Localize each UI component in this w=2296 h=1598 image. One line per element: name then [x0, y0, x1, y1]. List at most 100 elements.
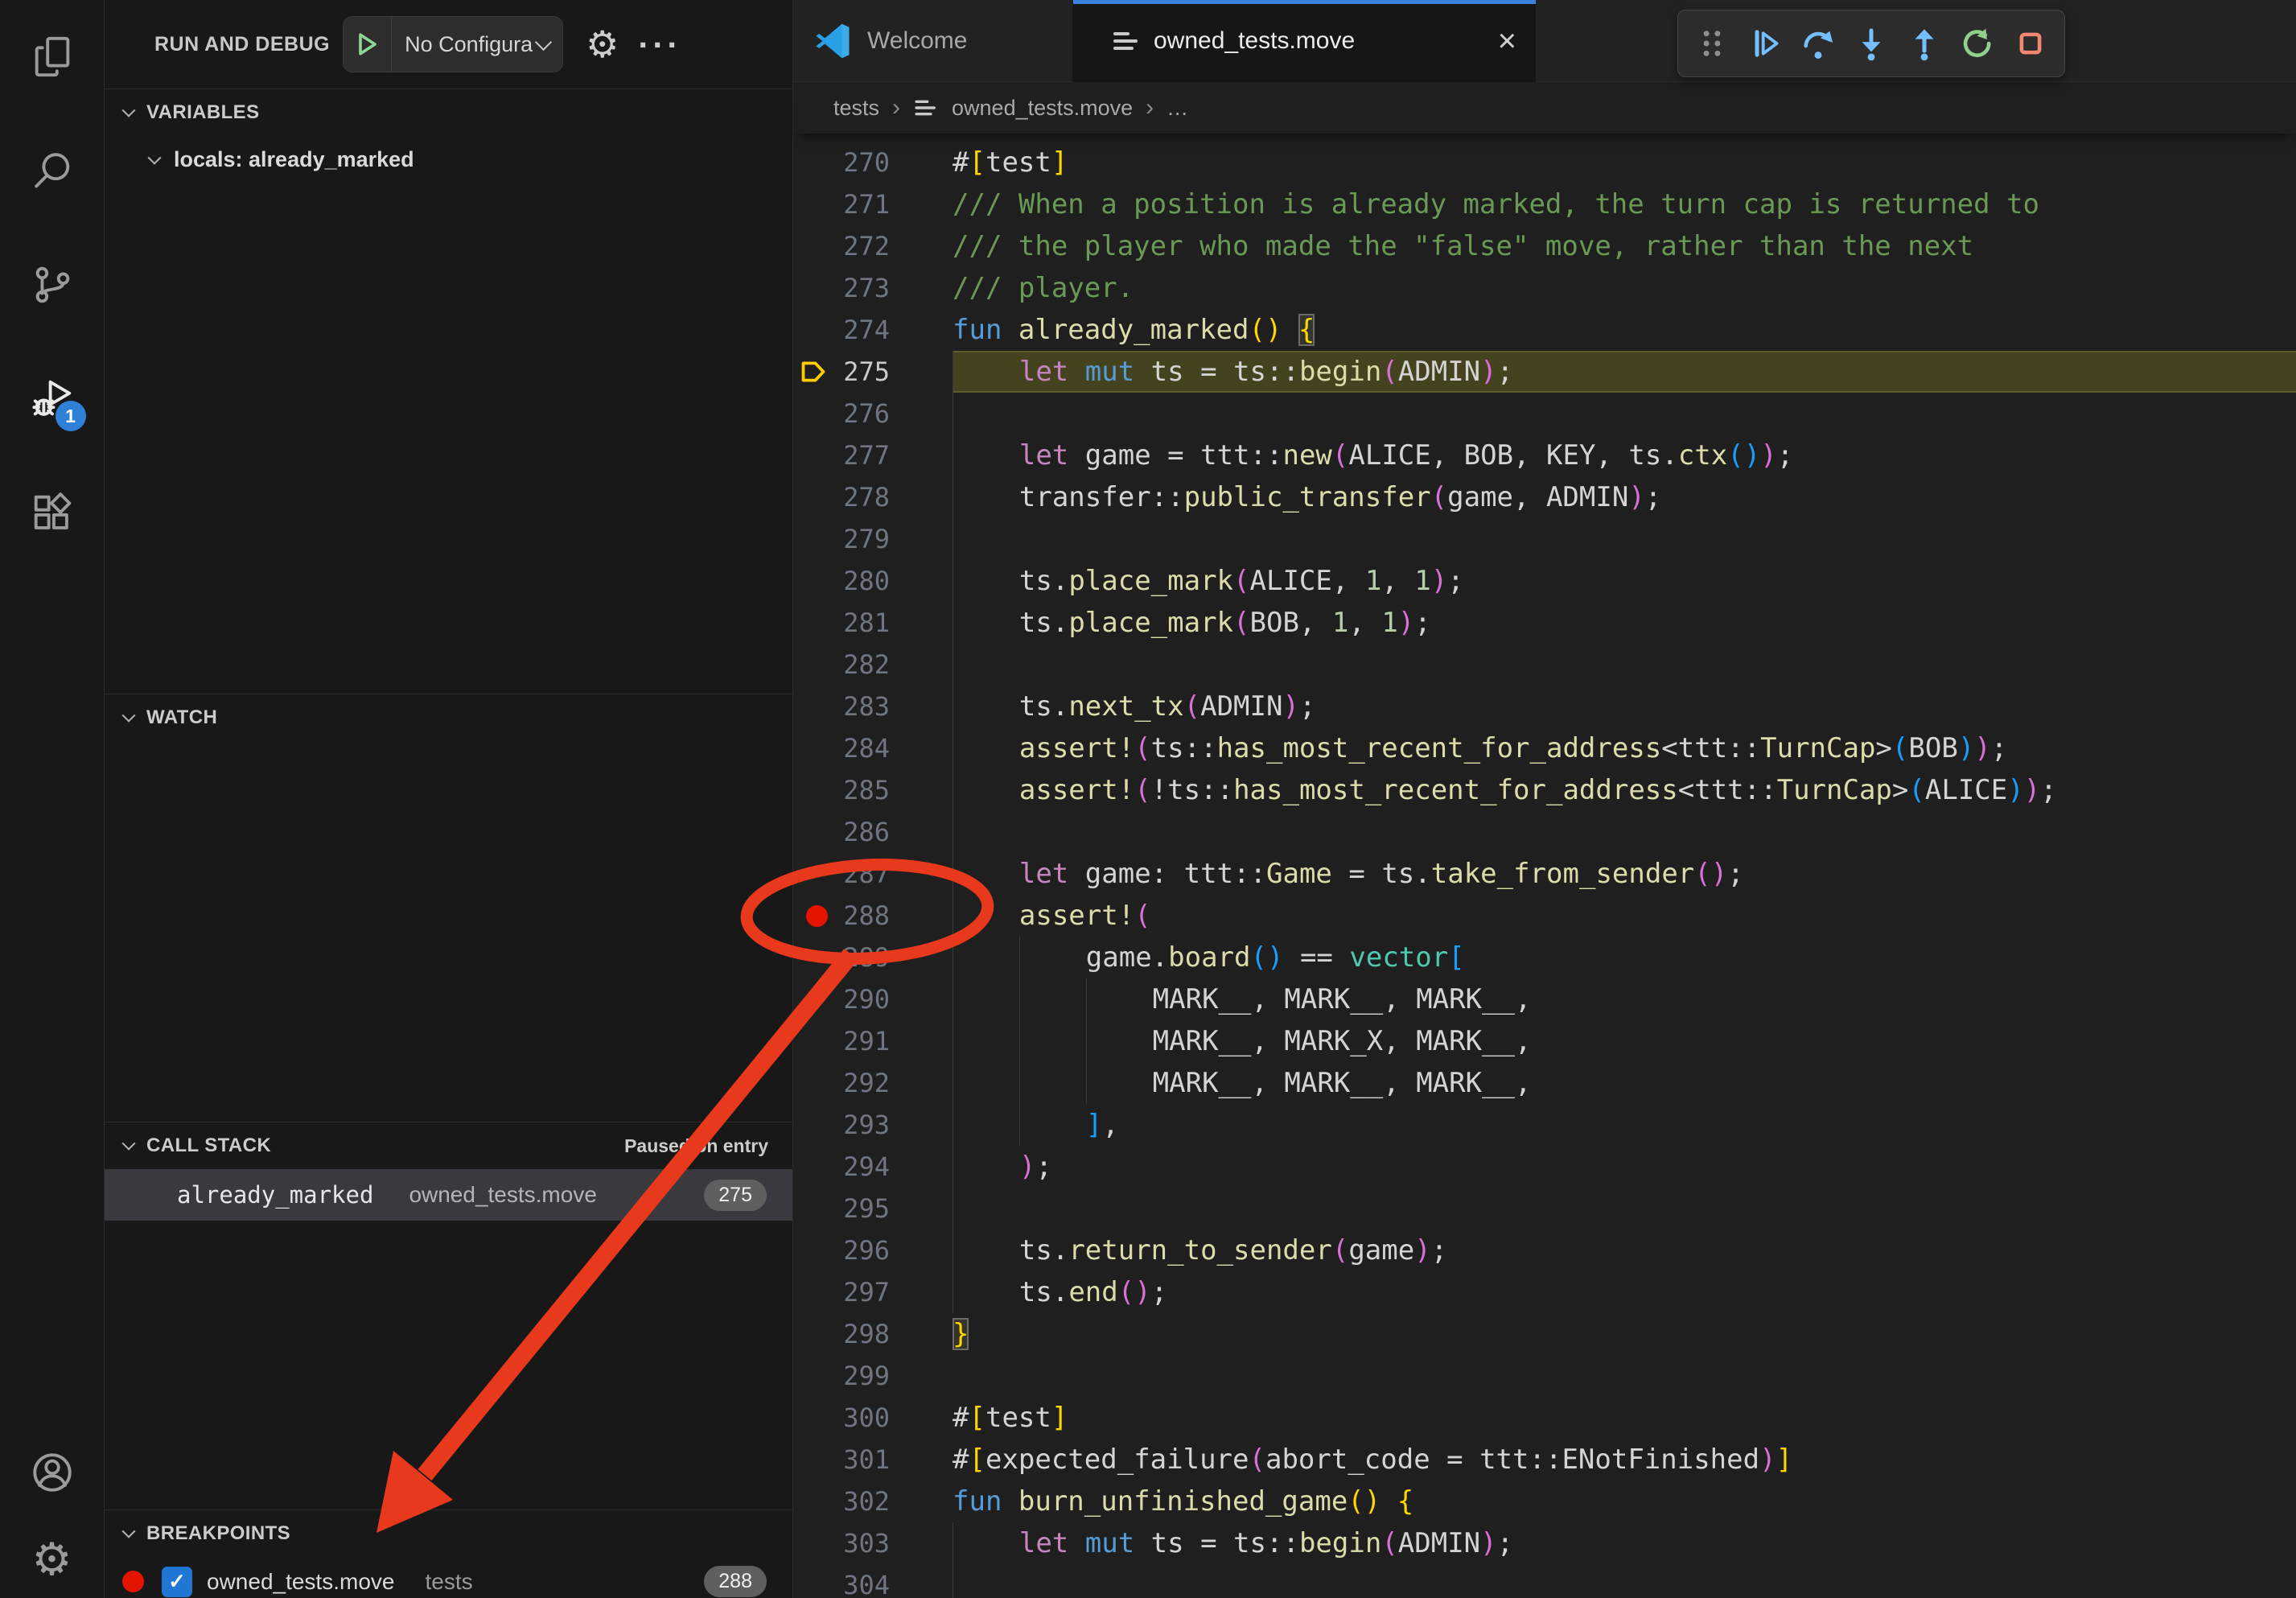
code-line[interactable]: 270 #[test] — [793, 142, 2296, 183]
gutter[interactable]: 290 — [793, 978, 953, 1020]
gutter[interactable]: 297 — [793, 1271, 953, 1313]
code-line[interactable]: 294 ); — [793, 1146, 2296, 1188]
code-line[interactable]: 284 assert!(ts::has_most_recent_for_addr… — [793, 727, 2296, 769]
gutter[interactable]: 293 — [793, 1104, 953, 1146]
stop-button[interactable] — [2008, 21, 2053, 66]
code-line[interactable]: 290 MARK__, MARK__, MARK__, — [793, 978, 2296, 1020]
gutter[interactable]: 280 — [793, 560, 953, 602]
code-text[interactable]: #[expected_failure(abort_code = ttt::ENo… — [953, 1439, 1792, 1481]
code-line[interactable]: 285 assert!(!ts::has_most_recent_for_add… — [793, 769, 2296, 811]
line-number[interactable]: 281 — [843, 602, 890, 644]
step-into-button[interactable] — [1849, 21, 1894, 66]
breadcrumb-more[interactable]: … — [1167, 96, 1188, 121]
code-text[interactable]: assert!( — [953, 895, 1151, 937]
line-number[interactable]: 285 — [843, 769, 890, 811]
code-text[interactable]: ts.return_to_sender(game); — [953, 1229, 1447, 1271]
code-text[interactable]: } — [953, 1313, 969, 1355]
variables-header[interactable]: VARIABLES — [105, 89, 792, 136]
gutter[interactable]: 289 — [793, 937, 953, 978]
code-line[interactable]: 291 MARK__, MARK_X, MARK__, — [793, 1020, 2296, 1062]
line-number[interactable]: 299 — [843, 1355, 890, 1397]
code-text[interactable]: MARK__, MARK__, MARK__, — [953, 1062, 1531, 1104]
gutter[interactable]: 283 — [793, 686, 953, 727]
code-text[interactable]: fun already_marked() { — [953, 309, 1315, 351]
code-line[interactable]: 277 let game = ttt::new(ALICE, BOB, KEY,… — [793, 435, 2296, 476]
line-number[interactable]: 289 — [843, 937, 890, 978]
line-number[interactable]: 273 — [843, 267, 890, 309]
code-text[interactable]: game.board() == vector[ — [953, 937, 1465, 978]
breadcrumb-file[interactable]: owned_tests.move — [952, 96, 1133, 121]
code-text[interactable]: assert!(ts::has_most_recent_for_address<… — [953, 727, 2007, 769]
code-line[interactable]: 279 — [793, 518, 2296, 560]
gutter[interactable]: 296 — [793, 1229, 953, 1271]
code-line[interactable]: 296 ts.return_to_sender(game); — [793, 1229, 2296, 1271]
gutter[interactable]: 291 — [793, 1020, 953, 1062]
line-number[interactable]: 292 — [843, 1062, 890, 1104]
gutter[interactable]: 298 — [793, 1313, 953, 1355]
code-text[interactable]: ], — [953, 1104, 1119, 1146]
account-button[interactable] — [27, 1447, 78, 1498]
code-text[interactable] — [953, 1188, 1019, 1229]
code-text[interactable]: assert!(!ts::has_most_recent_for_address… — [953, 769, 2057, 811]
code-line[interactable]: 288 assert!( — [793, 895, 2296, 937]
call-stack-frame[interactable]: already_marked owned_tests.move 275 — [105, 1169, 792, 1221]
gutter[interactable]: 271 — [793, 183, 953, 225]
code-text[interactable]: /// the player who made the "false" move… — [953, 225, 1973, 267]
sidebar-item-run-debug[interactable]: 1 — [27, 373, 78, 425]
gutter[interactable]: 272 — [793, 225, 953, 267]
code-text[interactable]: /// When a position is already marked, t… — [953, 183, 2039, 225]
watch-header[interactable]: WATCH — [105, 694, 792, 741]
continue-button[interactable] — [1743, 21, 1788, 66]
more-actions-button[interactable]: ··· — [638, 36, 681, 53]
code-line[interactable]: 274 fun already_marked() { — [793, 309, 2296, 351]
gutter[interactable]: 286 — [793, 811, 953, 853]
code-line[interactable]: 273/// player. — [793, 267, 2296, 309]
line-number[interactable]: 275 — [843, 351, 890, 393]
code-line[interactable]: 289 game.board() == vector[ — [793, 937, 2296, 978]
line-number[interactable]: 293 — [843, 1104, 890, 1146]
gutter[interactable]: 301 — [793, 1439, 953, 1481]
restart-button[interactable] — [1955, 21, 2000, 66]
line-number[interactable]: 270 — [843, 142, 890, 183]
code-text[interactable]: let mut ts = ts::begin(ADMIN); — [953, 351, 1513, 393]
sidebar-item-extensions[interactable] — [27, 488, 78, 539]
code-text[interactable]: #[test] — [953, 142, 1068, 183]
close-icon[interactable]: × — [1498, 25, 1516, 57]
code-line[interactable]: 276 — [793, 393, 2296, 435]
gutter[interactable]: 282 — [793, 644, 953, 686]
code-line[interactable]: 272/// the player who made the "false" m… — [793, 225, 2296, 267]
line-number[interactable]: 303 — [843, 1522, 890, 1564]
code-line[interactable]: 275 let mut ts = ts::begin(ADMIN); — [793, 351, 2296, 393]
step-out-button[interactable] — [1902, 21, 1947, 66]
gutter[interactable]: 273 — [793, 267, 953, 309]
code-text[interactable]: ts.place_mark(BOB, 1, 1); — [953, 602, 1431, 644]
code-line[interactable]: 286 — [793, 811, 2296, 853]
sidebar-item-search[interactable] — [27, 145, 78, 196]
breadcrumb-folder[interactable]: tests — [833, 96, 879, 121]
line-number[interactable]: 277 — [843, 435, 890, 476]
variables-scope-row[interactable]: locals: already_marked — [105, 147, 792, 172]
code-line[interactable]: 281 ts.place_mark(BOB, 1, 1); — [793, 602, 2296, 644]
line-number[interactable]: 274 — [843, 309, 890, 351]
breakpoint-list-item[interactable]: ✓ owned_tests.move tests 288 — [105, 1557, 792, 1598]
line-number[interactable]: 278 — [843, 476, 890, 518]
code-line[interactable]: 302fun burn_unfinished_game() { — [793, 1481, 2296, 1522]
line-number[interactable]: 297 — [843, 1271, 890, 1313]
code-line[interactable]: 295 — [793, 1188, 2296, 1229]
code-line[interactable]: 287 let game: ttt::Game = ts.take_from_s… — [793, 853, 2296, 895]
line-number[interactable]: 288 — [843, 895, 890, 937]
code-editor[interactable]: 270#[test]271/// When a position is alre… — [793, 134, 2296, 1598]
code-line[interactable]: 304 — [793, 1564, 2296, 1598]
line-number[interactable]: 284 — [843, 727, 890, 769]
code-line[interactable]: 303 let mut ts = ts::begin(ADMIN); — [793, 1522, 2296, 1564]
gutter[interactable]: 278 — [793, 476, 953, 518]
code-text[interactable]: let game: ttt::Game = ts.take_from_sende… — [953, 853, 1744, 895]
code-text[interactable]: ts.next_tx(ADMIN); — [953, 686, 1315, 727]
breakpoint-dot-icon[interactable] — [806, 905, 828, 927]
settings-button[interactable]: ⚙ — [27, 1534, 78, 1585]
line-number[interactable]: 287 — [843, 853, 890, 895]
code-line[interactable]: 297 ts.end(); — [793, 1271, 2296, 1313]
breakpoint-checkbox[interactable]: ✓ — [162, 1567, 192, 1597]
code-text[interactable]: #[test] — [953, 1397, 1068, 1439]
tab-owned-tests[interactable]: owned_tests.move × — [1073, 0, 1536, 82]
